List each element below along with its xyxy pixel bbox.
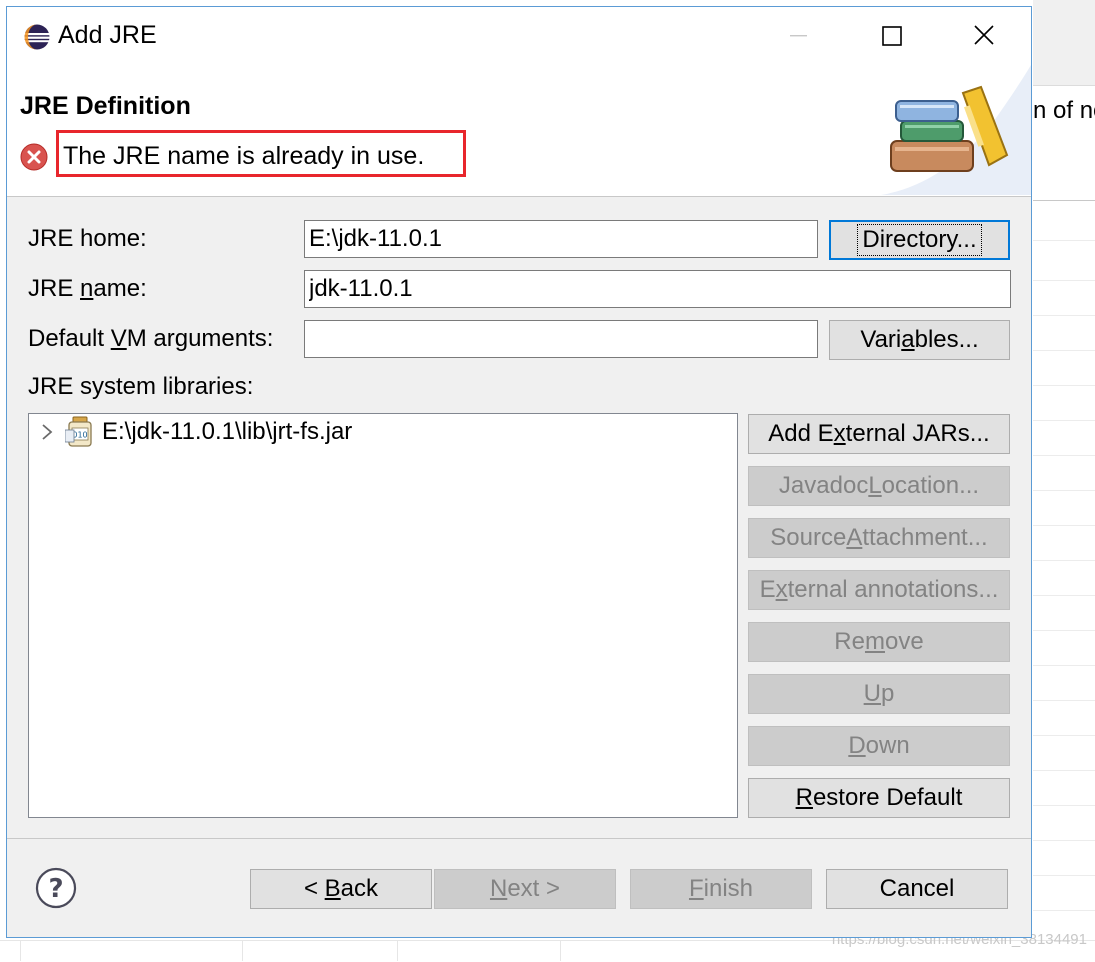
libraries-tree[interactable]: 010 E:\jdk-11.0.1\lib\jrt-fs.jar: [28, 413, 738, 818]
jre-name-input[interactable]: [304, 270, 1011, 308]
vm-arguments-input[interactable]: [304, 320, 818, 358]
background-gridline: [1033, 315, 1095, 316]
jre-home-input[interactable]: [304, 220, 818, 258]
background-gridline: [1033, 490, 1095, 491]
background-column-line: [20, 940, 21, 961]
back-button[interactable]: < Back: [250, 869, 432, 909]
minimize-button[interactable]: [775, 15, 821, 55]
jre-home-label: JRE home:: [28, 225, 147, 252]
background-gridline: [1033, 280, 1095, 281]
background-gridline: [1033, 840, 1095, 841]
jar-icon: 010: [65, 416, 92, 447]
background-gridline: [1033, 350, 1095, 351]
chevron-right-icon[interactable]: [39, 423, 55, 441]
background-column-line: [560, 940, 561, 961]
background-toolbar: [1033, 0, 1095, 86]
dialog-title: Add JRE: [58, 21, 157, 49]
background-text-fragment: n of ne: [1033, 97, 1095, 124]
background-gridline: [1033, 735, 1095, 736]
variables-button[interactable]: Vari a bles...: [829, 320, 1010, 360]
jre-books-icon: [881, 65, 1031, 195]
background-gridline: [1033, 665, 1095, 666]
background-gridline: [1033, 805, 1095, 806]
directory-button[interactable]: Directory...: [829, 220, 1010, 260]
background-gridline: [1033, 770, 1095, 771]
directory-button-label: Directory...: [857, 224, 982, 256]
background-gridline: [1033, 525, 1095, 526]
add-external-jars-button[interactable]: Add Ex ternal JARs...: [748, 414, 1010, 454]
annotation-highlight-box: [56, 130, 466, 177]
page-title: JRE Definition: [20, 92, 191, 120]
library-item-label: E:\jdk-11.0.1\lib\jrt-fs.jar: [102, 418, 353, 445]
background-gridline: [1033, 420, 1095, 421]
background-column-line: [242, 940, 243, 961]
restore-default-button[interactable]: Restore Default: [748, 778, 1010, 818]
background-gridline: [1033, 385, 1095, 386]
jre-name-label: JRE name:: [28, 275, 147, 302]
library-tree-item[interactable]: 010 E:\jdk-11.0.1\lib\jrt-fs.jar: [29, 414, 737, 450]
help-icon[interactable]: ?: [35, 867, 77, 909]
title-bar: Add JRE: [7, 7, 1031, 65]
down-button[interactable]: Down: [748, 726, 1010, 766]
finish-button[interactable]: Finish: [630, 869, 812, 909]
javadoc-location-button[interactable]: Javadoc Location...: [748, 466, 1010, 506]
external-annotations-button[interactable]: Ex ternal annotations...: [748, 570, 1010, 610]
background-column-line: [397, 940, 398, 961]
background-gridline: [1033, 455, 1095, 456]
remove-button[interactable]: Re m ove: [748, 622, 1010, 662]
jre-system-libraries-label: JRE system libraries:: [28, 373, 254, 400]
next-button[interactable]: Next >: [434, 869, 616, 909]
vm-arguments-label: Default VM arguments:: [28, 325, 274, 352]
background-gridline: [1033, 700, 1095, 701]
background-gridline: [1033, 910, 1095, 911]
background-gridline: [1033, 630, 1095, 631]
up-button[interactable]: Up: [748, 674, 1010, 714]
cancel-button[interactable]: Cancel: [826, 869, 1008, 909]
maximize-button[interactable]: [869, 15, 915, 55]
svg-text:?: ?: [48, 874, 63, 904]
footer-separator: [7, 838, 1031, 839]
wizard-header: JRE Definition The JRE name is already i…: [7, 65, 1031, 197]
background-gridline: [1033, 240, 1095, 241]
background-gridline: [1033, 560, 1095, 561]
svg-text:010: 010: [72, 431, 87, 440]
source-attachment-button[interactable]: Source Attachment...: [748, 518, 1010, 558]
background-separator: [1033, 200, 1095, 201]
close-button[interactable]: [961, 15, 1007, 55]
background-gridline: [1033, 875, 1095, 876]
background-gridline: [1033, 595, 1095, 596]
add-jre-dialog: Add JRE JRE Definition The JRE name is a…: [6, 6, 1032, 938]
eclipse-icon: [24, 24, 50, 50]
error-icon: [20, 143, 48, 171]
